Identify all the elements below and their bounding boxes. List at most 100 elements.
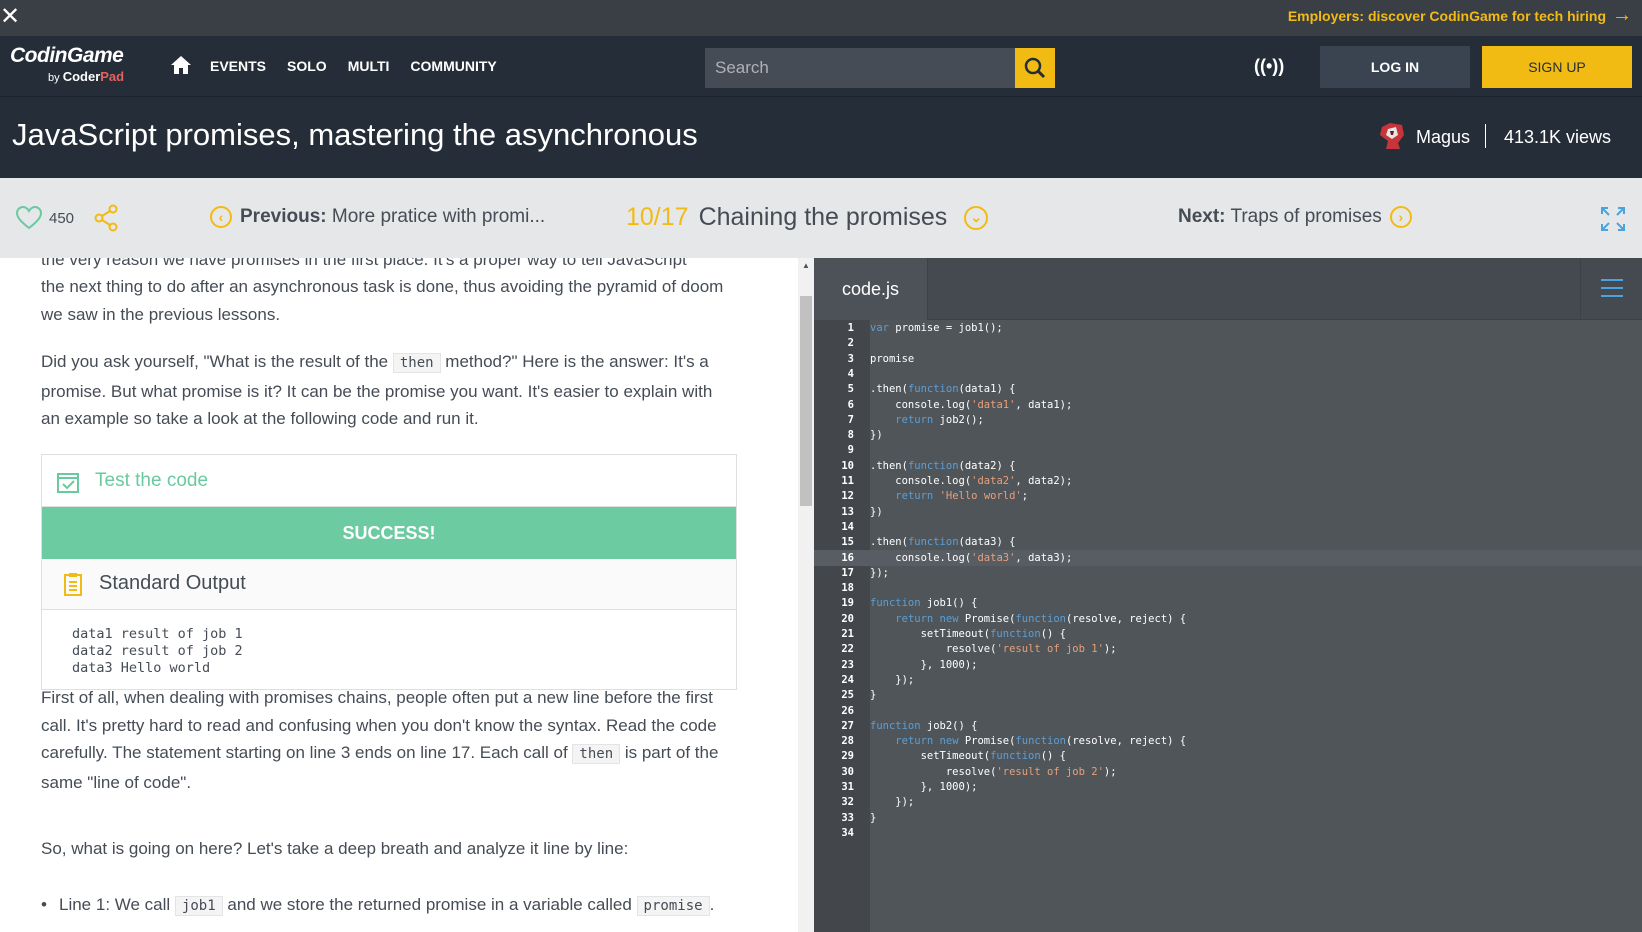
- line-code: var promise = job1();: [870, 322, 1003, 334]
- code-line[interactable]: 5 .then(function(data1) {: [814, 381, 1642, 397]
- line-number: 33: [841, 811, 854, 824]
- clipboard-icon: [64, 573, 82, 596]
- li1-text-c: .: [709, 895, 715, 914]
- code-line[interactable]: 11 console.log('data2', data2);: [814, 473, 1642, 489]
- lesson-content: the very reason we have promises in the …: [0, 258, 798, 932]
- inline-code-promise: promise: [636, 896, 710, 916]
- code-line[interactable]: 1 var promise = job1();: [814, 320, 1642, 336]
- code-line[interactable]: 34: [814, 825, 1642, 841]
- home-icon[interactable]: [170, 55, 192, 75]
- heart-icon[interactable]: [16, 206, 42, 230]
- code-line[interactable]: 18: [814, 580, 1642, 596]
- lesson-nav-bar: 450 ‹ Previous: More pratice with promi..…: [0, 178, 1642, 258]
- codingame-logo[interactable]: CodinGame by CoderPad: [10, 44, 124, 84]
- top-nav: CodinGame by CoderPad EVENTS SOLO MULTI …: [0, 36, 1642, 97]
- explanation-list: Line 1: We call job1 and we store the re…: [41, 891, 741, 921]
- test-code-header[interactable]: Test the code: [42, 455, 736, 507]
- close-icon[interactable]: ✕: [0, 2, 20, 32]
- line-number: 16: [841, 551, 854, 564]
- code-line[interactable]: 8}): [814, 427, 1642, 443]
- line-number: 8: [847, 429, 854, 442]
- code-line[interactable]: 21 setTimeout(function() {: [814, 626, 1642, 642]
- code-line[interactable]: 23 }, 1000);: [814, 657, 1642, 673]
- inline-code-job1: job1: [174, 896, 223, 916]
- code-line[interactable]: 33}: [814, 810, 1642, 826]
- code-line[interactable]: 19 function job1() {: [814, 595, 1642, 611]
- code-line[interactable]: 12 return 'Hello world';: [814, 488, 1642, 504]
- test-code-button[interactable]: Test the code: [95, 470, 208, 492]
- login-button[interactable]: LOG IN: [1320, 46, 1470, 88]
- code-line[interactable]: 26: [814, 703, 1642, 719]
- tab-code-js[interactable]: code.js: [814, 258, 928, 320]
- stdout-text: data1 result of job 1 data2 result of jo…: [72, 626, 243, 676]
- line-number: 2: [847, 337, 854, 350]
- line-number: 18: [841, 582, 854, 595]
- code-line[interactable]: 30 resolve('result of job 2');: [814, 764, 1642, 780]
- inline-code-then: then: [392, 353, 441, 373]
- line-code: }): [870, 505, 883, 518]
- author-avatar[interactable]: [1378, 121, 1406, 151]
- nav-multi[interactable]: MULTI: [348, 58, 390, 74]
- code-line[interactable]: 6 console.log('data1', data1);: [814, 397, 1642, 413]
- code-line[interactable]: 24 });: [814, 672, 1642, 688]
- line-code: }): [870, 429, 883, 442]
- paragraph-cut: the very reason we have promises in the …: [41, 258, 687, 269]
- line-code: console.log('data3', data3);: [870, 551, 1073, 564]
- code-line[interactable]: 13}): [814, 504, 1642, 520]
- code-line[interactable]: 27 function job2() {: [814, 718, 1642, 734]
- share-icon[interactable]: [94, 204, 118, 232]
- line-number: 34: [841, 826, 854, 839]
- chevron-right-icon: ›: [1389, 206, 1412, 228]
- code-line[interactable]: 15 .then(function(data3) {: [814, 534, 1642, 550]
- promo-bar: ✕ Employers: discover CodinGame for tech…: [0, 0, 1642, 36]
- logo-pad: Pad: [100, 69, 125, 84]
- code-line[interactable]: 4: [814, 366, 1642, 382]
- code-line[interactable]: 10 .then(function(data2) {: [814, 458, 1642, 474]
- code-line[interactable]: 32 });: [814, 794, 1642, 810]
- code-editor: code.js 1 var promise = job1(); 2 3 promise 4…: [814, 258, 1642, 932]
- nav-solo[interactable]: SOLO: [287, 58, 327, 74]
- live-broadcast-icon[interactable]: ((•)): [1254, 56, 1286, 78]
- next-lesson-link[interactable]: Next: Traps of promises ›: [1178, 206, 1412, 228]
- line-code: resolve('result of job 1');: [870, 643, 1117, 656]
- line-code: return new Promise(function(resolve, rej…: [895, 612, 1187, 625]
- scroll-thumb[interactable]: [800, 296, 812, 506]
- code-line[interactable]: 28 return new Promise(function(resolve, …: [814, 733, 1642, 749]
- code-line[interactable]: 7 return job2();: [814, 412, 1642, 428]
- line-number: 5: [847, 383, 854, 396]
- nav-events[interactable]: EVENTS: [210, 58, 266, 74]
- line-number: 3: [847, 352, 854, 365]
- line-number: 29: [841, 750, 854, 763]
- line-number: 9: [847, 444, 854, 457]
- search-input[interactable]: [705, 48, 1015, 88]
- code-line[interactable]: 2: [814, 335, 1642, 351]
- content-scrollbar[interactable]: ▲: [798, 258, 814, 932]
- search-button[interactable]: [1015, 48, 1055, 88]
- menu-icon[interactable]: [1580, 258, 1642, 320]
- author-name[interactable]: Magus: [1416, 127, 1470, 148]
- code-line[interactable]: 25}: [814, 687, 1642, 703]
- paragraph-4: So, what is going on here? Let's take a …: [41, 839, 629, 858]
- paragraph-1: the next thing to do after an asynchrono…: [41, 277, 724, 324]
- line-number: 27: [841, 719, 854, 732]
- fullscreen-icon[interactable]: [1600, 206, 1626, 232]
- nav-community[interactable]: COMMUNITY: [410, 58, 496, 74]
- line-code: }: [870, 811, 877, 824]
- code-line[interactable]: 14: [814, 519, 1642, 535]
- employers-link[interactable]: Employers: discover CodinGame for tech h…: [1288, 8, 1606, 24]
- scroll-up-arrow-icon[interactable]: ▲: [798, 258, 814, 274]
- code-line[interactable]: 3 promise: [814, 351, 1642, 367]
- code-line[interactable]: 16 console.log('data3', data3);: [814, 549, 1642, 566]
- code-line[interactable]: 9: [814, 442, 1642, 458]
- code-line[interactable]: 22 resolve('result of job 1');: [814, 641, 1642, 657]
- code-line[interactable]: 17});: [814, 565, 1642, 581]
- line-number: 1: [847, 322, 854, 334]
- code-line[interactable]: 29 setTimeout(function() {: [814, 748, 1642, 764]
- signup-button[interactable]: SIGN UP: [1482, 46, 1632, 88]
- previous-lesson-link[interactable]: ‹ Previous: More pratice with promi...: [210, 206, 545, 228]
- line-number: 20: [841, 612, 854, 625]
- code-line[interactable]: 20 return new Promise(function(resolve, …: [814, 611, 1642, 627]
- chapter-selector[interactable]: 10/17 Chaining the promises ⌄: [626, 203, 996, 232]
- code-line[interactable]: 31 }, 1000);: [814, 779, 1642, 795]
- arrow-right-icon[interactable]: →: [1612, 4, 1632, 27]
